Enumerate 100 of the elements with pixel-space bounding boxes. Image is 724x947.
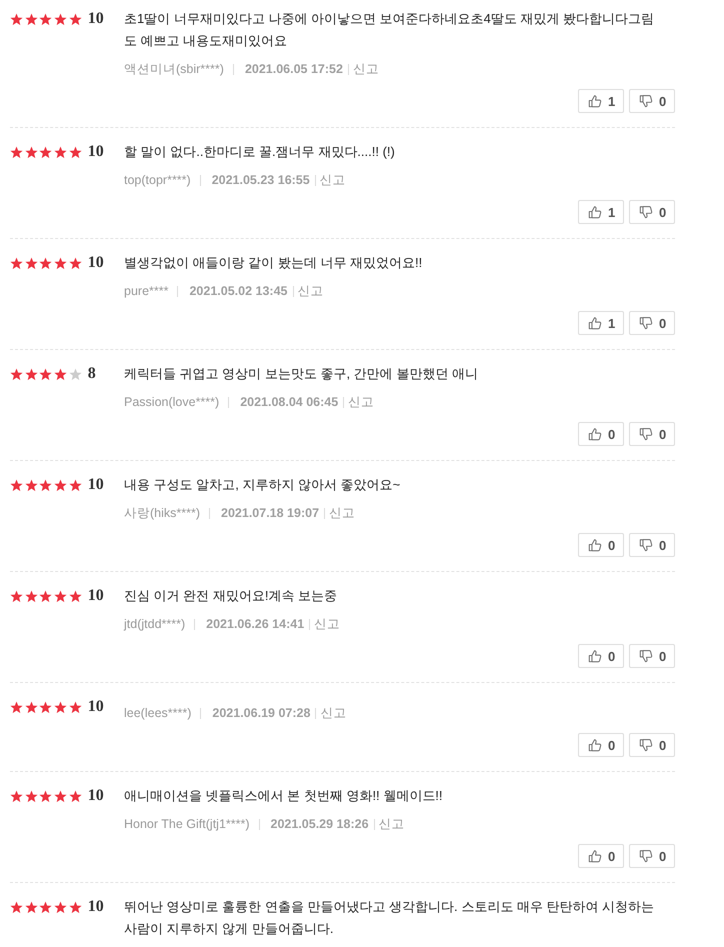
star-icon (54, 146, 68, 158)
author-name: pure**** (124, 284, 168, 298)
review-text: 뛰어난 영상미로 훌륭한 연출을 만들어냈다고 생각합니다. 스토리도 매우 탄탄하여 시청하는 사람이 지루하지 않게 만들어줍니다. (124, 898, 656, 938)
star-icon (24, 590, 38, 602)
thumbs-up-icon (588, 427, 602, 441)
star-icon (10, 478, 23, 492)
like-button[interactable]: 0 (578, 533, 624, 557)
score: 10 (88, 476, 104, 494)
review-date: 2021.08.04 06:45 (240, 395, 338, 409)
star-icon (54, 256, 68, 270)
review-text: 케릭터들 귀엽고 영상미 보는맛도 좋구, 간만에 볼만했던 애니 (124, 365, 479, 383)
review-date: 2021.07.18 19:07 (221, 506, 320, 520)
score: 10 (88, 787, 104, 805)
author-name: 액션미녀(sbir****) (124, 60, 224, 78)
review-text: 할 말이 없다..한마디로 꿀.잼너무 재밌다....!! (!) (124, 143, 396, 161)
author-name: jtd(jtdd****) (124, 617, 186, 631)
star-icon (54, 790, 68, 802)
star-icon (39, 590, 52, 602)
score: 10 (88, 143, 104, 161)
star-icon (24, 790, 38, 802)
dislike-button[interactable]: 0 (629, 89, 675, 113)
review-date: 2021.06.05 17:52 (244, 62, 343, 76)
review-text: 진심 이거 완전 재밌어요!계속 보는중 (124, 587, 338, 605)
thumbs-down-icon (639, 849, 653, 863)
like-button[interactable]: 1 (578, 311, 624, 335)
star-icon (24, 12, 38, 26)
like-button[interactable]: 1 (578, 89, 624, 113)
review-date: 2021.06.19 07:28 (212, 706, 310, 720)
author-name: lee(lees****) (124, 706, 192, 720)
star-icon (54, 12, 68, 26)
author-name: 사랑(hiks****) (124, 504, 200, 522)
star-icon (24, 900, 38, 914)
thumbs-up-icon (588, 316, 602, 330)
star-icon (39, 790, 52, 802)
star-icon (68, 146, 82, 158)
thumbs-down-icon (639, 649, 653, 663)
star-icon (68, 256, 82, 270)
like-button[interactable]: 0 (578, 733, 624, 757)
author-name: Honor The Gift(jtj1****) (124, 817, 250, 831)
star-icon (10, 146, 23, 158)
score: 8 (88, 365, 96, 383)
star-icon (39, 256, 52, 270)
dislike-button[interactable]: 0 (629, 311, 675, 335)
star-icon (24, 478, 38, 492)
thumbs-up-icon (588, 538, 602, 552)
star-icon (68, 590, 82, 602)
thumbs-down-icon (639, 738, 653, 752)
star-icon (68, 12, 82, 26)
thumbs-down-icon (639, 538, 653, 552)
star-icon (10, 700, 23, 714)
score: 10 (88, 698, 104, 716)
score: 10 (88, 898, 104, 916)
star-icon (10, 368, 23, 380)
like-button[interactable]: 0 (578, 644, 624, 668)
thumbs-down-icon (639, 316, 653, 330)
score: 10 (88, 10, 104, 28)
score: 10 (88, 254, 104, 272)
review-date: 2021.06.26 14:41 (206, 617, 304, 631)
dislike-button[interactable]: 0 (629, 733, 675, 757)
star-icon (54, 700, 68, 714)
star-icon (68, 900, 82, 914)
dislike-button[interactable]: 0 (629, 644, 675, 668)
like-button[interactable]: 1 (578, 200, 624, 224)
review-text: 애니매이션을 넷플릭스에서 본 첫번째 영화!! 웰메이드!! (124, 787, 444, 805)
star-icon (54, 900, 68, 914)
star-icon (39, 900, 52, 914)
star-icon (39, 12, 52, 26)
star-icon (24, 700, 38, 714)
star-icon (24, 146, 38, 158)
star-icon (39, 368, 52, 380)
star-icon (54, 590, 68, 602)
star-icon (10, 12, 23, 26)
star-icon (54, 368, 68, 380)
review-text: 별생각없이 애들이랑 같이 봤는데 너무 재밌었어요!! (124, 254, 424, 272)
star-icon (10, 900, 23, 914)
star-icon (10, 590, 23, 602)
review-text: 내용 구성도 알차고, 지루하지 않아서 좋았어요~ (124, 476, 402, 494)
star-icon (10, 790, 23, 802)
thumbs-up-icon (588, 94, 602, 108)
dislike-button[interactable]: 0 (629, 200, 675, 224)
star-icon (24, 368, 38, 380)
thumbs-down-icon (639, 427, 653, 441)
dislike-button[interactable]: 0 (629, 844, 675, 868)
thumbs-up-icon (588, 205, 602, 219)
like-button[interactable]: 0 (578, 844, 624, 868)
score: 10 (88, 587, 104, 605)
star-icon (68, 700, 82, 714)
dislike-button[interactable]: 0 (629, 533, 675, 557)
dislike-button[interactable]: 0 (629, 422, 675, 446)
review-date: 2021.05.29 18:26 (270, 817, 369, 831)
thumbs-down-icon (639, 94, 653, 108)
thumbs-up-icon (588, 649, 602, 663)
review-date: 2021.05.23 16:55 (212, 173, 310, 187)
star-icon (10, 256, 23, 270)
like-button[interactable]: 0 (578, 422, 624, 446)
thumbs-up-icon (588, 849, 602, 863)
star-icon (24, 256, 38, 270)
thumbs-up-icon (588, 738, 602, 752)
star-icon (68, 478, 82, 492)
star-icon (39, 146, 52, 158)
